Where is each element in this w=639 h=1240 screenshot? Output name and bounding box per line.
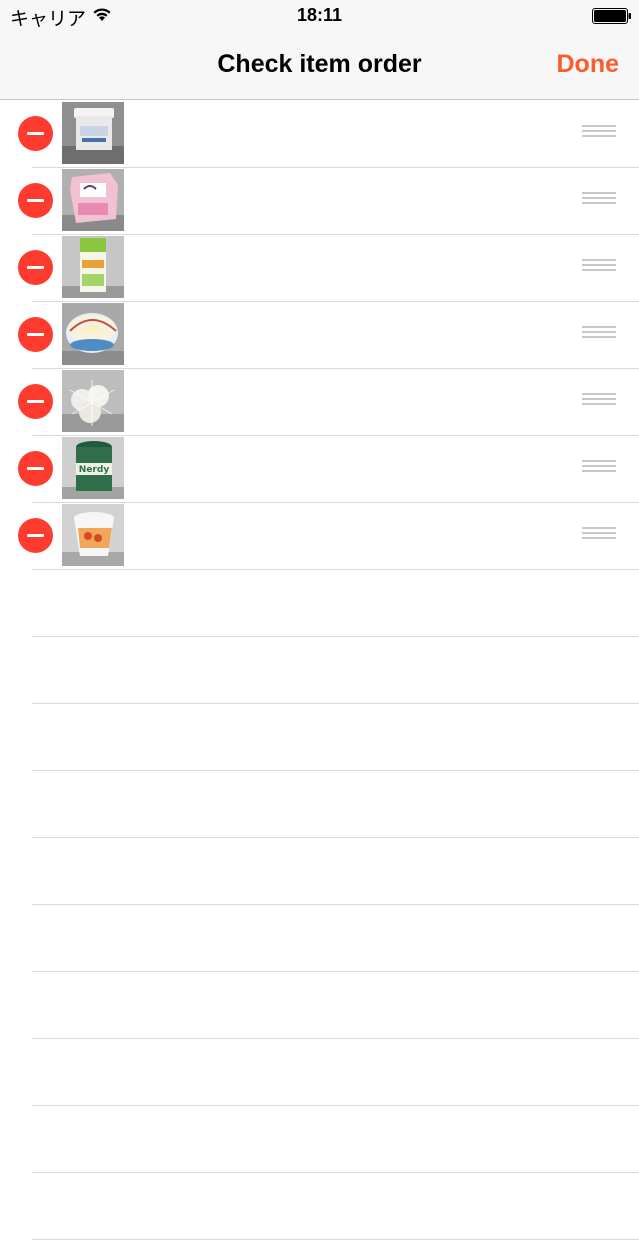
delete-button[interactable]	[18, 317, 53, 352]
empty-row	[0, 636, 639, 704]
reorder-handle-icon[interactable]	[582, 393, 616, 407]
navigation-bar: Check item order Done	[0, 32, 639, 100]
item-row	[0, 368, 639, 436]
minus-icon	[27, 534, 44, 537]
delete-button[interactable]	[18, 250, 53, 285]
item-row: Nerdy	[0, 435, 639, 503]
minus-icon	[27, 199, 44, 202]
reorder-handle-icon[interactable]	[582, 460, 616, 474]
item-row	[0, 502, 639, 570]
delete-button[interactable]	[18, 451, 53, 486]
minus-icon	[27, 400, 44, 403]
minus-icon	[27, 266, 44, 269]
page-title: Check item order	[217, 50, 422, 78]
empty-row	[0, 971, 639, 1039]
item-photo	[62, 169, 124, 231]
reorder-handle-icon[interactable]	[582, 527, 616, 541]
item-photo	[62, 504, 124, 566]
item-photo	[62, 370, 124, 432]
svg-text:Nerdy: Nerdy	[79, 465, 110, 475]
empty-row	[0, 1038, 639, 1106]
empty-row	[0, 770, 639, 838]
item-photo: Nerdy	[62, 437, 124, 499]
item-list: Nerdy	[0, 100, 639, 1240]
empty-row	[0, 703, 639, 771]
delete-button[interactable]	[18, 518, 53, 553]
minus-icon	[27, 333, 44, 336]
empty-row	[0, 569, 639, 637]
delete-button[interactable]	[18, 384, 53, 419]
battery-icon	[592, 8, 631, 24]
empty-row	[0, 1105, 639, 1173]
done-button[interactable]: Done	[557, 50, 620, 79]
status-bar: キャリア 18:11	[0, 0, 639, 32]
minus-icon	[27, 467, 44, 470]
delete-button[interactable]	[18, 116, 53, 151]
reorder-handle-icon[interactable]	[582, 259, 616, 273]
item-photo	[62, 236, 124, 298]
item-row	[0, 100, 639, 168]
status-time: 18:11	[296, 5, 343, 25]
empty-row	[0, 904, 639, 972]
reorder-handle-icon[interactable]	[582, 125, 616, 139]
empty-row	[0, 837, 639, 905]
item-row	[0, 301, 639, 369]
item-row	[0, 167, 639, 235]
reorder-handle-icon[interactable]	[582, 192, 616, 206]
empty-row	[0, 1172, 639, 1240]
item-photo	[62, 102, 124, 164]
minus-icon	[27, 132, 44, 135]
item-row	[0, 234, 639, 302]
item-photo	[62, 303, 124, 365]
reorder-handle-icon[interactable]	[582, 326, 616, 340]
delete-button[interactable]	[18, 183, 53, 218]
